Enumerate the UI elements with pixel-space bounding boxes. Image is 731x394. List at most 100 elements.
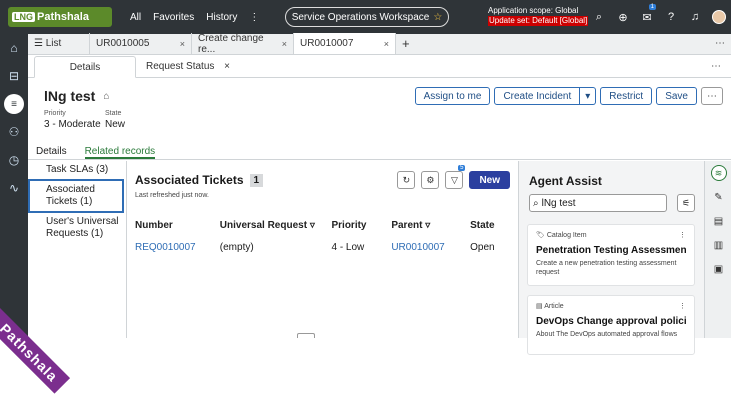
- result-card[interactable]: 🏷 Catalog Item ⋮ Penetration Testing Asse…: [527, 224, 695, 286]
- refresh-icon[interactable]: ↻: [397, 171, 416, 189]
- column-header[interactable]: Priority: [331, 220, 391, 231]
- tab-ur0010007[interactable]: UR0010007 ×: [294, 33, 396, 54]
- tickets-table: Number Universal Request ▿ Priority Pare…: [135, 214, 510, 258]
- top-navigation-bar: LNG Pathshala All Favorites History ⋮ Se…: [0, 0, 731, 34]
- column-header[interactable]: Universal Request ▿: [220, 220, 332, 231]
- globe-icon[interactable]: ⊕: [611, 0, 635, 34]
- more-actions-button[interactable]: ⋯: [701, 87, 723, 105]
- filter-badge: 5: [458, 165, 466, 171]
- column-header[interactable]: Number: [135, 220, 220, 231]
- chat-badge: 1: [648, 4, 656, 10]
- table-row: REQ0010007 (empty) 4 - Low UR0010007 Ope…: [135, 241, 495, 253]
- save-button[interactable]: Save: [656, 87, 697, 105]
- filter-icon[interactable]: ▿: [310, 220, 315, 231]
- left-rail: ⌂ ⊟ ≡ ⚇ ◷ ∿: [0, 34, 28, 338]
- column-header[interactable]: Parent ▿: [391, 220, 470, 231]
- close-icon[interactable]: ×: [282, 39, 287, 49]
- card-title[interactable]: Penetration Testing Assessment Re...: [536, 245, 686, 256]
- nav-more-icon[interactable]: ⋮: [249, 12, 259, 23]
- right-rail: ≋ ✎ ▤ ▥ ▣: [704, 161, 731, 338]
- filter-icon[interactable]: ▽ 5: [445, 165, 466, 189]
- related-item-universal-requests[interactable]: User's Universal Requests (1): [28, 213, 126, 243]
- agent-assist-panel: Agent Assist ⌕ lNg test ⚟ 🏷 Catalog Item…: [518, 161, 704, 355]
- nav-favorites[interactable]: Favorites: [153, 12, 194, 23]
- tab-create-change[interactable]: Create change re... ×: [192, 33, 294, 55]
- tab-details[interactable]: Details: [36, 143, 67, 159]
- add-tab-icon[interactable]: +: [396, 33, 416, 54]
- star-icon[interactable]: ☆: [433, 12, 442, 23]
- result-card[interactable]: ▤ Article ⋮ DevOps Change approval polici…: [527, 295, 695, 355]
- state-field: State New: [105, 110, 126, 130]
- priority-field: Priority 3 - Moderate: [44, 110, 101, 130]
- image-icon[interactable]: ▣: [705, 257, 731, 281]
- more-icon[interactable]: ⋮: [679, 302, 686, 310]
- related-item-associated-tickets[interactable]: Associated Tickets (1): [28, 179, 124, 213]
- logo-abbr: LNG: [12, 12, 35, 22]
- logo[interactable]: LNG Pathshala: [8, 7, 112, 27]
- assign-to-me-button[interactable]: Assign to me: [414, 87, 491, 105]
- agent-assist-title: Agent Assist: [529, 174, 602, 188]
- count-badge: 1: [249, 173, 264, 187]
- create-incident-button[interactable]: Create Incident: [494, 87, 581, 105]
- card-description: Create a new penetration testing assessm…: [536, 260, 677, 276]
- workspace-selector[interactable]: Service Operations Workspace ☆: [285, 7, 449, 27]
- filter-icon[interactable]: ▿: [425, 220, 430, 231]
- close-icon[interactable]: ×: [180, 39, 185, 49]
- tab-related-records[interactable]: Related records: [84, 143, 156, 159]
- more-icon[interactable]: ⋮: [679, 231, 686, 239]
- update-set: Update set: Default [Global]: [488, 16, 589, 26]
- activity-icon[interactable]: ∿: [0, 174, 28, 202]
- record-subtabs: Details Request Status × ⋯: [28, 56, 731, 78]
- catalog-item-type: 🏷 Catalog Item: [536, 232, 587, 239]
- tab-list[interactable]: ☰ List: [28, 33, 90, 54]
- subtab-request-status[interactable]: Request Status ×: [136, 55, 240, 77]
- document-icon[interactable]: ▤: [705, 209, 731, 233]
- application-scope: Application scope: Global: [488, 6, 579, 15]
- scope-info[interactable]: Application scope: Global Update set: De…: [488, 6, 589, 26]
- table-header: Number Universal Request ▿ Priority Pare…: [135, 214, 510, 236]
- search-icon[interactable]: ⌕: [587, 0, 611, 34]
- agent-assist-icon[interactable]: ≋: [705, 161, 731, 185]
- record-header: lNg test ⌂ Priority 3 - Moderate State N…: [28, 78, 731, 144]
- related-nav: Task SLAs (3) Associated Tickets (1) Use…: [28, 161, 127, 338]
- chat-icon[interactable]: ✉ 1: [635, 0, 659, 34]
- associated-tickets-panel: Associated Tickets 1 Last refreshed just…: [127, 161, 517, 338]
- related-item-task-slas[interactable]: Task SLAs (3): [28, 161, 126, 179]
- users-icon[interactable]: ⚇: [0, 118, 28, 146]
- new-button[interactable]: New: [469, 171, 510, 189]
- tab-ur0010005[interactable]: UR0010005 ×: [90, 33, 192, 54]
- avatar[interactable]: [707, 0, 731, 34]
- logo-text: Pathshala: [37, 11, 89, 23]
- calendar-icon[interactable]: ◷: [0, 146, 28, 174]
- ticket-number-link[interactable]: REQ0010007: [135, 242, 220, 253]
- bell-icon[interactable]: ♫: [683, 0, 707, 34]
- close-icon[interactable]: ×: [224, 61, 230, 72]
- more-icon[interactable]: ⋯: [701, 55, 731, 77]
- list-icon[interactable]: ≡: [0, 90, 28, 118]
- search-input[interactable]: ⌕ lNg test: [529, 194, 667, 212]
- help-icon[interactable]: ?: [659, 0, 683, 34]
- gear-icon[interactable]: ⚙: [421, 171, 440, 189]
- search-icon: ⌕: [533, 197, 539, 209]
- parent-link[interactable]: UR0010007: [391, 242, 470, 253]
- close-icon[interactable]: ×: [384, 39, 389, 49]
- subtab-details[interactable]: Details: [34, 56, 136, 78]
- nav-all[interactable]: All: [130, 12, 141, 23]
- workspace-label: Service Operations Workspace: [291, 11, 430, 23]
- home-icon[interactable]: ⌂: [0, 34, 28, 62]
- section-title: Associated Tickets 1: [135, 173, 264, 187]
- inbox-icon[interactable]: ⊟: [0, 62, 28, 90]
- more-icon[interactable]: ⋯: [709, 33, 731, 54]
- filter-settings-icon[interactable]: ⚟: [677, 194, 695, 212]
- horizontal-scrollbar[interactable]: [297, 333, 315, 338]
- attachment-icon[interactable]: ✎: [705, 185, 731, 209]
- nav-history[interactable]: History: [206, 12, 237, 23]
- column-header[interactable]: State: [470, 220, 510, 231]
- record-tabs: Details Related records: [28, 143, 731, 160]
- tag-icon[interactable]: ⌂: [103, 91, 109, 102]
- restrict-button[interactable]: Restrict: [600, 87, 653, 105]
- refreshed-text: Last refreshed just now.: [135, 192, 209, 199]
- card-title[interactable]: DevOps Change approval policies ...: [536, 316, 686, 327]
- chevron-down-icon[interactable]: ▾: [580, 87, 597, 105]
- notes-icon[interactable]: ▥: [705, 233, 731, 257]
